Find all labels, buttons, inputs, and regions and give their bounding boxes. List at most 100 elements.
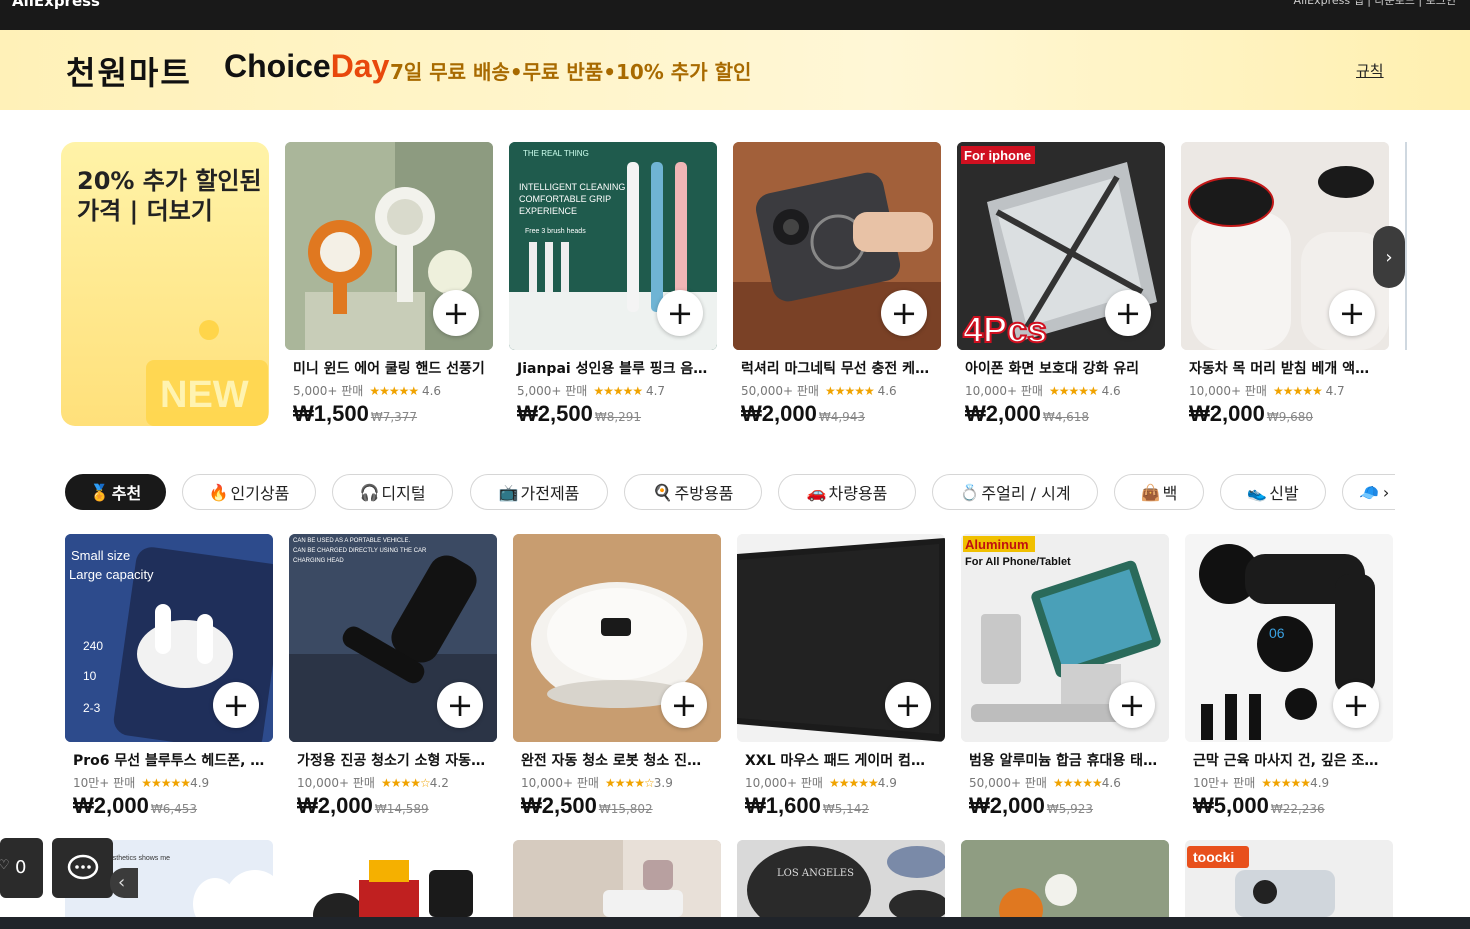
add-to-cart-button[interactable]: +: [657, 290, 703, 336]
product-title[interactable]: Pro6 무선 블루투스 헤드폰, 이어버드: [65, 750, 265, 770]
product-meta: 5,000+ 판매 ★★★★★ 4.6: [293, 384, 442, 398]
product-image[interactable]: CAN BE USED AS A PORTABLE VEHICLE. CAN B…: [289, 534, 497, 742]
new-sign: NEW: [146, 360, 268, 426]
product-image[interactable]: Small size Large capacity 240 10 2-3 +: [65, 534, 273, 742]
product-card[interactable]: + 미니 윈드 에어 쿨링 핸드 선풍기 5,000+ 판매 ★★★★★ 4.6 …: [285, 142, 493, 427]
product-card[interactable]: Small size Large capacity 240 10 2-3 + P…: [65, 534, 273, 819]
product-title[interactable]: 범용 알루미늄 합금 휴대용 태블릿 스탠드: [961, 750, 1161, 770]
rating-stars: ★★★★★: [1052, 776, 1103, 790]
wishlist-button[interactable]: ♡ 0: [0, 838, 43, 898]
add-to-cart-button[interactable]: +: [1333, 682, 1379, 728]
svg-text:Free 3 brush heads: Free 3 brush heads: [525, 228, 586, 235]
chat-button[interactable]: [52, 838, 113, 898]
promo-text: 7일 무료 배송•무료 반품•10% 추가 할인: [390, 60, 752, 84]
rating-stars: ★★★★☆: [604, 776, 655, 790]
product-image[interactable]: +: [285, 142, 493, 350]
add-to-cart-button[interactable]: +: [437, 682, 483, 728]
svg-text:06: 06: [1269, 625, 1285, 641]
product-title[interactable]: 완전 자동 청소 로봇 청소 진공 청소기: [513, 750, 713, 770]
heart-icon: ♡: [0, 858, 10, 873]
product-meta: 5,000+ 판매 ★★★★★ 4.7: [517, 384, 666, 398]
cap-image: LOS ANGELES: [737, 840, 945, 917]
add-to-cart-button[interactable]: +: [213, 682, 259, 728]
chevron-right-icon: ›: [1382, 482, 1390, 502]
product-meta: 10,000+ 판매 ★★★★★ 4.6: [965, 384, 1121, 398]
product-card[interactable]: CAN BE USED AS A PORTABLE VEHICLE. CAN B…: [289, 534, 497, 819]
svg-text:COMFORTABLE GRIP: COMFORTABLE GRIP: [519, 194, 611, 204]
product-image[interactable]: +: [513, 534, 721, 742]
svg-text:CAN BE USED AS A PORTABLE VEHI: CAN BE USED AS A PORTABLE VEHICLE.: [293, 538, 410, 544]
product-card[interactable]: + 럭셔리 마그네틱 무선 충전 케이스 50,000+ 판매 ★★★★★ 4.6…: [733, 142, 941, 427]
product-price: ₩2,000 ₩6,453: [73, 793, 198, 818]
tab-car[interactable]: 🚗 차량용품: [778, 474, 916, 510]
tab-appliances[interactable]: 📺 가전제품: [470, 474, 608, 510]
tab-bags[interactable]: 👜 백: [1114, 474, 1204, 510]
tab-shoes[interactable]: 👟 신발: [1220, 474, 1326, 510]
add-to-cart-button[interactable]: +: [661, 682, 707, 728]
next-card-edge: [1405, 142, 1407, 350]
product-title[interactable]: 아이폰 화면 보호대 강화 유리: [957, 358, 1157, 378]
tab-more[interactable]: 🧢 ›: [1342, 474, 1395, 510]
product-card[interactable]: Aluminum For All Phone/Tablet + 범용 알루미늄 …: [961, 534, 1169, 819]
category-tabs: 🏅 추천 🔥 인기상품 🎧 디지털 📺 가전제품 🍳 주방용품 🚗 차량용품 💍 주얼리 / …: [65, 474, 1395, 510]
carousel-next-button[interactable]: ›: [1373, 226, 1405, 288]
collapse-button[interactable]: ‹: [110, 868, 138, 898]
product-title[interactable]: 근막 근육 마사지 건, 깊은 조직 마사지: [1185, 750, 1385, 770]
product-card[interactable]: + 완전 자동 청소 로봇 청소 진공 청소기 10,000+ 판매★★★★☆3…: [513, 534, 721, 819]
svg-text:CHARGING HEAD: CHARGING HEAD: [293, 558, 344, 564]
product-card[interactable]: For iphone 4Pcs + 아이폰 화면 보호대 강화 유리 10,00…: [957, 142, 1165, 427]
product-card[interactable]: + XXL 마우스 패드 게이머 컴퓨터 대형 10,000+ 판매★★★★★4…: [737, 534, 945, 819]
product-meta: 50,000+ 판매 ★★★★★ 4.6: [741, 384, 897, 398]
product-title[interactable]: 자동차 목 머리 받침 베개 액세서리: [1181, 358, 1381, 378]
bag-icon: 👜: [1140, 482, 1161, 502]
product-image[interactable]: [961, 840, 1169, 917]
product-card[interactable]: THE REAL THING INTELLIGENT CLEANING COMF…: [509, 142, 717, 427]
aliexpress-logo[interactable]: AliExpress: [12, 0, 100, 10]
product-price: ₩5,000 ₩22,236: [1193, 793, 1325, 818]
product-price: ₩2,000 ₩5,923: [969, 793, 1094, 818]
product-image[interactable]: [289, 840, 497, 917]
product-image[interactable]: +: [737, 534, 945, 742]
product-title[interactable]: 가정용 진공 청소기 소형 자동차용: [289, 750, 489, 770]
svg-text:CAN BE CHARGED DIRECTLY USING: CAN BE CHARGED DIRECTLY USING THE CAR: [293, 548, 427, 554]
product-image[interactable]: +: [733, 142, 941, 350]
svg-text:For All Phone/Tablet: For All Phone/Tablet: [965, 556, 1071, 568]
tab-recommended[interactable]: 🏅 추천: [65, 474, 166, 510]
product-image[interactable]: For iphone 4Pcs +: [957, 142, 1165, 350]
add-to-cart-button[interactable]: +: [1329, 290, 1375, 336]
rules-link[interactable]: 규칙: [1356, 60, 1384, 81]
medal-icon: 🏅: [89, 482, 110, 502]
product-title[interactable]: 럭셔리 마그네틱 무선 충전 케이스: [733, 358, 933, 378]
product-image[interactable]: 06 +: [1185, 534, 1393, 742]
tab-jewelry[interactable]: 💍 주얼리 / 시계: [932, 474, 1098, 510]
product-image[interactable]: [513, 840, 721, 917]
product-image[interactable]: +: [1181, 142, 1389, 350]
product-card[interactable]: + 자동차 목 머리 받침 베개 액세서리 10,000+ 판매 ★★★★★ 4.…: [1181, 142, 1389, 427]
svg-text:Aluminum: Aluminum: [965, 537, 1029, 552]
ring-icon: 💍: [959, 482, 980, 502]
product-title[interactable]: XXL 마우스 패드 게이머 컴퓨터 대형: [737, 750, 937, 770]
add-to-cart-button[interactable]: +: [881, 290, 927, 336]
tab-popular[interactable]: 🔥 인기상품: [182, 474, 316, 510]
svg-text:INTELLIGENT CLEANING: INTELLIGENT CLEANING: [519, 182, 625, 192]
product-title[interactable]: Jianpai 성인용 블루 핑크 음파 전동칫솔: [509, 358, 709, 378]
tab-kitchen[interactable]: 🍳 주방용품: [624, 474, 762, 510]
svg-text:For iphone: For iphone: [964, 148, 1031, 163]
product-image[interactable]: LOS ANGELES: [737, 840, 945, 917]
add-to-cart-button[interactable]: +: [1109, 682, 1155, 728]
discount-promo-card[interactable]: 20% 추가 할인된 가격 | 더보기 NEW: [61, 142, 269, 426]
rating-stars: ★★★★★: [824, 384, 875, 398]
top-bar-links[interactable]: AliExpress 앱 | 다운로드 | 로그인: [1294, 0, 1456, 8]
product-image[interactable]: THE REAL THING INTELLIGENT CLEANING COMF…: [509, 142, 717, 350]
product-card[interactable]: 06 + 근막 근육 마사지 건, 깊은 조직 마사지 10만+ 판매★★★★★…: [1185, 534, 1393, 819]
tab-digital[interactable]: 🎧 디지털: [332, 474, 453, 510]
product-title[interactable]: 미니 윈드 에어 쿨링 핸드 선풍기: [285, 358, 485, 378]
add-to-cart-button[interactable]: +: [1105, 290, 1151, 336]
pan-icon: 🍳: [652, 482, 673, 502]
product-image[interactable]: Aluminum For All Phone/Tablet +: [961, 534, 1169, 742]
sign-hanger: [199, 320, 219, 340]
add-to-cart-button[interactable]: +: [433, 290, 479, 336]
product-price: ₩2,000 ₩14,589: [297, 793, 429, 818]
add-to-cart-button[interactable]: +: [885, 682, 931, 728]
product-image[interactable]: toocki: [1185, 840, 1393, 917]
